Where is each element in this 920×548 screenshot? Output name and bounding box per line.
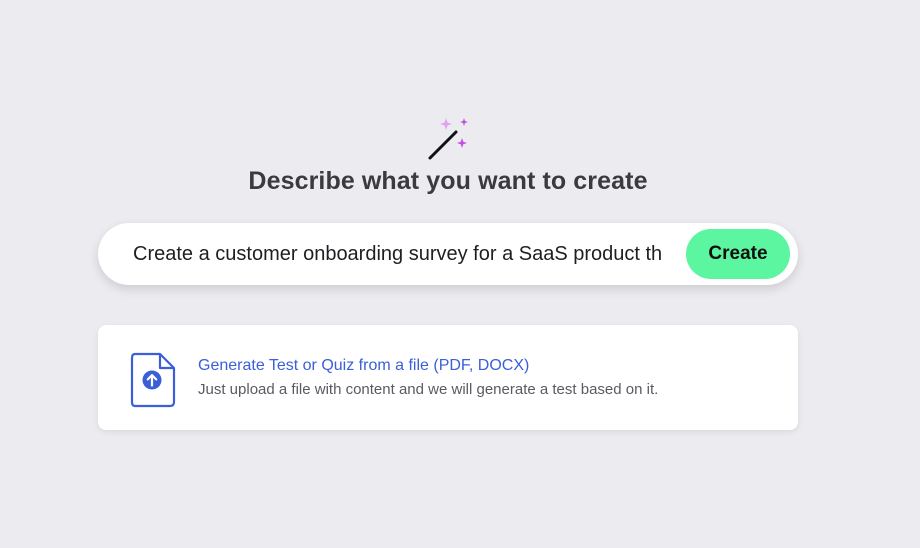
- upload-card-title[interactable]: Generate Test or Quiz from a file (PDF, …: [198, 357, 529, 375]
- upload-card-description: Just upload a file with content and we w…: [198, 381, 659, 398]
- create-button[interactable]: Create: [686, 229, 790, 279]
- prompt-input[interactable]: [133, 223, 679, 285]
- magic-wand-icon: [428, 118, 468, 160]
- file-upload-icon: [130, 352, 176, 408]
- page-title: Describe what you want to create: [248, 167, 648, 195]
- page: Describe what you want to create Create …: [0, 0, 920, 548]
- prompt-bar: Create: [98, 223, 798, 285]
- upload-file-card[interactable]: Generate Test or Quiz from a file (PDF, …: [98, 325, 798, 430]
